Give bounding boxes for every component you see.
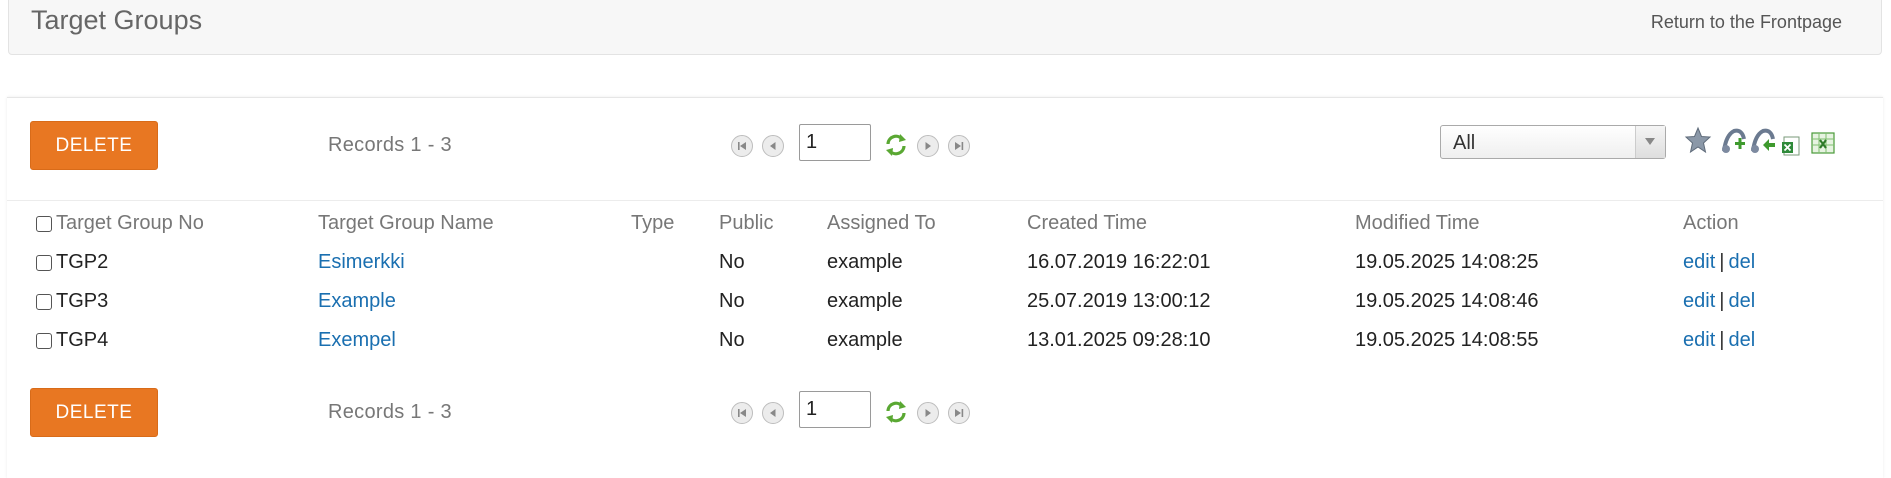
public-cell: No	[719, 290, 745, 312]
group-name-link[interactable]: Esimerkki	[318, 251, 405, 273]
group-name-cell: Esimerkki	[318, 243, 631, 282]
table-row: TGP4 Exempel No example 13.01.2025 09:28…	[7, 321, 1883, 360]
chevron-down-icon[interactable]	[1635, 126, 1665, 158]
group-no-cell: TGP2	[56, 251, 109, 273]
group-name-link[interactable]: Exempel	[318, 329, 396, 351]
row-checkbox[interactable]	[36, 293, 52, 310]
row-select-cell	[7, 321, 52, 360]
toolbar-divider	[7, 200, 1883, 201]
next-page-icon[interactable]	[917, 135, 939, 157]
column-header[interactable]: Target Group Name	[318, 204, 631, 243]
delete-button[interactable]: DELETE	[30, 121, 158, 170]
table-header-row: Target Group No Target Group Name Type P…	[7, 204, 1883, 243]
column-header[interactable]: Assigned To	[827, 204, 1027, 243]
page-header: Target Groups Return to the Frontpage	[8, 0, 1882, 55]
assigned-to-cell: example	[827, 290, 903, 312]
public-cell: No	[719, 251, 745, 273]
row-checkbox[interactable]	[36, 332, 52, 349]
filter-selected-value: All	[1453, 132, 1476, 154]
created-time-cell: 13.01.2025 09:28:10	[1027, 329, 1211, 351]
excel-icon[interactable]	[1781, 135, 1801, 162]
created-time-cell: 16.07.2019 16:22:01	[1027, 251, 1211, 273]
records-count: Records 1 - 3	[328, 134, 452, 156]
delete-button[interactable]: DELETE	[30, 388, 158, 437]
assigned-to-cell: example	[827, 329, 903, 351]
action-cell: edit | del	[1683, 282, 1883, 321]
delete-link[interactable]: del	[1728, 329, 1755, 351]
edit-link[interactable]: edit	[1683, 290, 1715, 312]
row-select-cell	[7, 243, 52, 282]
return-to-frontpage-link[interactable]: Return to the Frontpage	[1651, 12, 1842, 33]
group-name-link[interactable]: Example	[318, 290, 396, 312]
type-cell	[631, 243, 719, 282]
group-no-cell: TGP4	[56, 329, 109, 351]
records-count: Records 1 - 3	[328, 401, 452, 423]
action-separator: |	[1719, 329, 1725, 351]
prev-page-icon[interactable]	[762, 402, 784, 424]
next-page-icon[interactable]	[917, 402, 939, 424]
prev-page-icon[interactable]	[762, 135, 784, 157]
page-number-input[interactable]	[799, 391, 871, 428]
column-header[interactable]: Public	[719, 204, 827, 243]
column-header[interactable]: Created Time	[1027, 204, 1355, 243]
edit-link[interactable]: edit	[1683, 251, 1715, 273]
last-page-icon[interactable]	[948, 135, 970, 157]
public-cell: No	[719, 329, 745, 351]
assigned-to-cell: example	[827, 251, 903, 273]
target-groups-table: Target Group No Target Group Name Type P…	[7, 204, 1883, 360]
row-checkbox[interactable]	[36, 254, 52, 271]
modified-time-cell: 19.05.2025 14:08:55	[1355, 329, 1539, 351]
action-cell: edit | del	[1683, 243, 1883, 282]
star-icon[interactable]	[1684, 126, 1712, 159]
select-all-checkbox[interactable]	[36, 215, 52, 232]
target-groups-panel: DELETE Records 1 - 3 1 All Target Group …	[7, 97, 1883, 478]
column-header: Action	[1683, 212, 1739, 234]
excel-export-icon[interactable]	[1810, 131, 1836, 160]
edit-link[interactable]: edit	[1683, 329, 1715, 351]
modified-time-cell: 19.05.2025 14:08:46	[1355, 290, 1539, 312]
row-select-cell	[7, 282, 52, 321]
page-number-input[interactable]	[799, 124, 871, 161]
action-separator: |	[1719, 290, 1725, 312]
table-row: TGP3 Example No example 25.07.2019 13:00…	[7, 282, 1883, 321]
import-icon[interactable]	[1720, 125, 1748, 160]
refresh-icon[interactable]	[883, 132, 909, 158]
group-no-cell: TGP3	[56, 290, 109, 312]
action-cell: edit | del	[1683, 321, 1883, 360]
page-title: Target Groups	[31, 5, 203, 35]
group-name-cell: Exempel	[318, 321, 631, 360]
delete-link[interactable]: del	[1728, 290, 1755, 312]
type-cell	[631, 282, 719, 321]
created-time-cell: 25.07.2019 13:00:12	[1027, 290, 1211, 312]
bottom-toolbar: DELETE Records 1 - 3	[7, 388, 1883, 448]
column-header[interactable]: Type	[631, 204, 719, 243]
action-separator: |	[1719, 251, 1725, 273]
type-cell	[631, 321, 719, 360]
export-icon[interactable]	[1749, 125, 1777, 160]
group-name-cell: Example	[318, 282, 631, 321]
column-header[interactable]: Target Group No	[52, 204, 318, 243]
refresh-icon[interactable]	[883, 399, 909, 425]
column-header[interactable]: Modified Time	[1355, 204, 1683, 243]
filter-select[interactable]: All	[1440, 125, 1666, 159]
top-toolbar: DELETE Records 1 - 3 1 All	[7, 121, 1883, 181]
delete-link[interactable]: del	[1728, 251, 1755, 273]
first-page-icon[interactable]	[731, 402, 753, 424]
select-all-cell	[7, 204, 52, 243]
last-page-icon[interactable]	[948, 402, 970, 424]
modified-time-cell: 19.05.2025 14:08:25	[1355, 251, 1539, 273]
table-row: TGP2 Esimerkki No example 16.07.2019 16:…	[7, 243, 1883, 282]
first-page-icon[interactable]	[731, 135, 753, 157]
